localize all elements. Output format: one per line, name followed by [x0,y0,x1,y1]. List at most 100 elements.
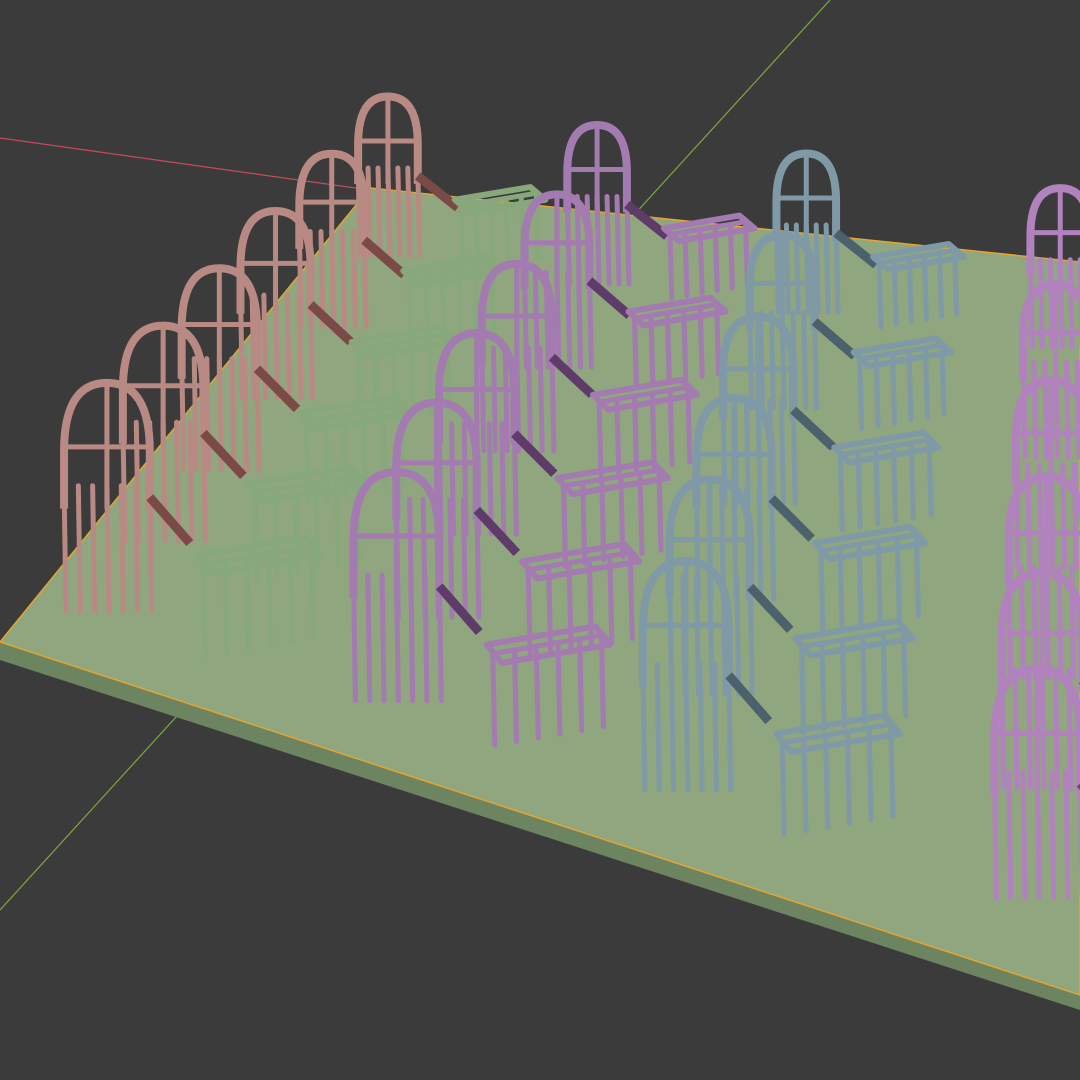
rack-leg [891,443,899,524]
rack-leg [423,272,431,347]
rack-leg [607,553,615,645]
frame-leg [90,483,98,615]
frame-leg [734,573,742,697]
rack-leg [614,396,622,477]
rack-leg [906,348,914,423]
frame-leg [604,194,612,287]
frame-leg [284,292,292,401]
rack-leg [921,253,929,322]
rack-leg [555,640,563,737]
rack-leg [857,356,865,431]
rack-leg [837,545,845,631]
frame-leg [532,269,540,370]
rack-leg [303,418,311,505]
rack-leg [456,267,464,342]
rack-leg [598,632,606,730]
rack-leg [266,551,274,648]
frame-leg [133,483,141,615]
frame-leg [801,310,809,411]
rack-leg [682,229,690,299]
rack-leg [637,470,645,557]
scene-canvas[interactable] [0,0,1080,1080]
frame-leg [1056,564,1064,681]
frame-leg [191,356,199,472]
3d-viewport[interactable] [0,0,1080,1080]
frame-leg [1049,769,1057,901]
rack-leg [685,384,693,465]
rack-leg [873,446,881,527]
frame-leg [778,398,786,506]
rack-leg [408,338,416,418]
frame-leg [118,483,126,615]
frame-leg [1012,667,1020,791]
frame-leg [1074,359,1080,460]
frame-leg [395,165,403,258]
rack-leg [309,543,317,641]
rack-leg [649,390,657,471]
frame-leg [711,661,719,793]
frame-leg [229,356,237,472]
frame-leg [669,661,677,793]
rack-leg [799,644,807,736]
frame-leg [614,194,622,287]
rack-leg [656,467,664,553]
frame-leg [241,356,249,472]
frame-leg [768,310,776,411]
rack-leg [627,550,635,642]
frame-leg [490,345,498,454]
frame-leg [187,419,195,543]
rack-leg [512,647,520,745]
rack-leg [287,547,295,645]
rack-leg [664,310,672,385]
rack-leg [712,224,720,294]
frame-leg [502,345,510,454]
rack-leg [779,740,787,837]
rack-leg [906,255,914,325]
rack-leg [341,412,349,498]
rack-leg [844,729,852,826]
rack-leg [222,558,230,655]
frame-leg [1031,564,1039,681]
rack-leg [406,275,414,350]
frame-leg [654,661,662,793]
frame-leg [375,165,383,258]
frame-leg [1071,462,1079,570]
frame-leg [75,483,83,615]
rack-leg [525,567,533,659]
rack-leg [333,476,341,568]
frame-leg [823,222,831,316]
rack-leg [586,557,594,649]
rack-leg [503,195,511,265]
rack-leg [837,452,845,533]
rack-leg [888,722,896,819]
frame-leg [350,229,358,330]
frame-leg [422,572,430,704]
frame-leg [408,572,416,704]
frame-leg [296,292,304,401]
rack-leg [697,304,705,380]
rack-leg [926,437,934,518]
rack-leg [818,548,826,634]
rack-leg [876,260,884,330]
frame-leg [1063,769,1071,901]
rack-leg [856,542,864,628]
rack-leg [681,307,689,382]
rack-leg [823,732,831,830]
rack-leg [936,250,944,320]
frame-leg [1042,359,1050,460]
rack-leg [866,725,874,823]
frame-leg [460,496,468,620]
rack-leg [631,315,639,391]
rack-leg [490,651,498,748]
frame-leg [499,421,507,537]
rack-leg [908,440,916,521]
frame-leg [1025,667,1033,791]
rack-leg [839,637,847,729]
frame-leg [576,269,584,370]
rack-leg [819,640,827,732]
rack-leg [488,198,496,268]
rack-leg [472,264,480,339]
rack-leg [891,258,899,327]
rack-leg [200,562,208,659]
rack-leg [667,232,675,301]
